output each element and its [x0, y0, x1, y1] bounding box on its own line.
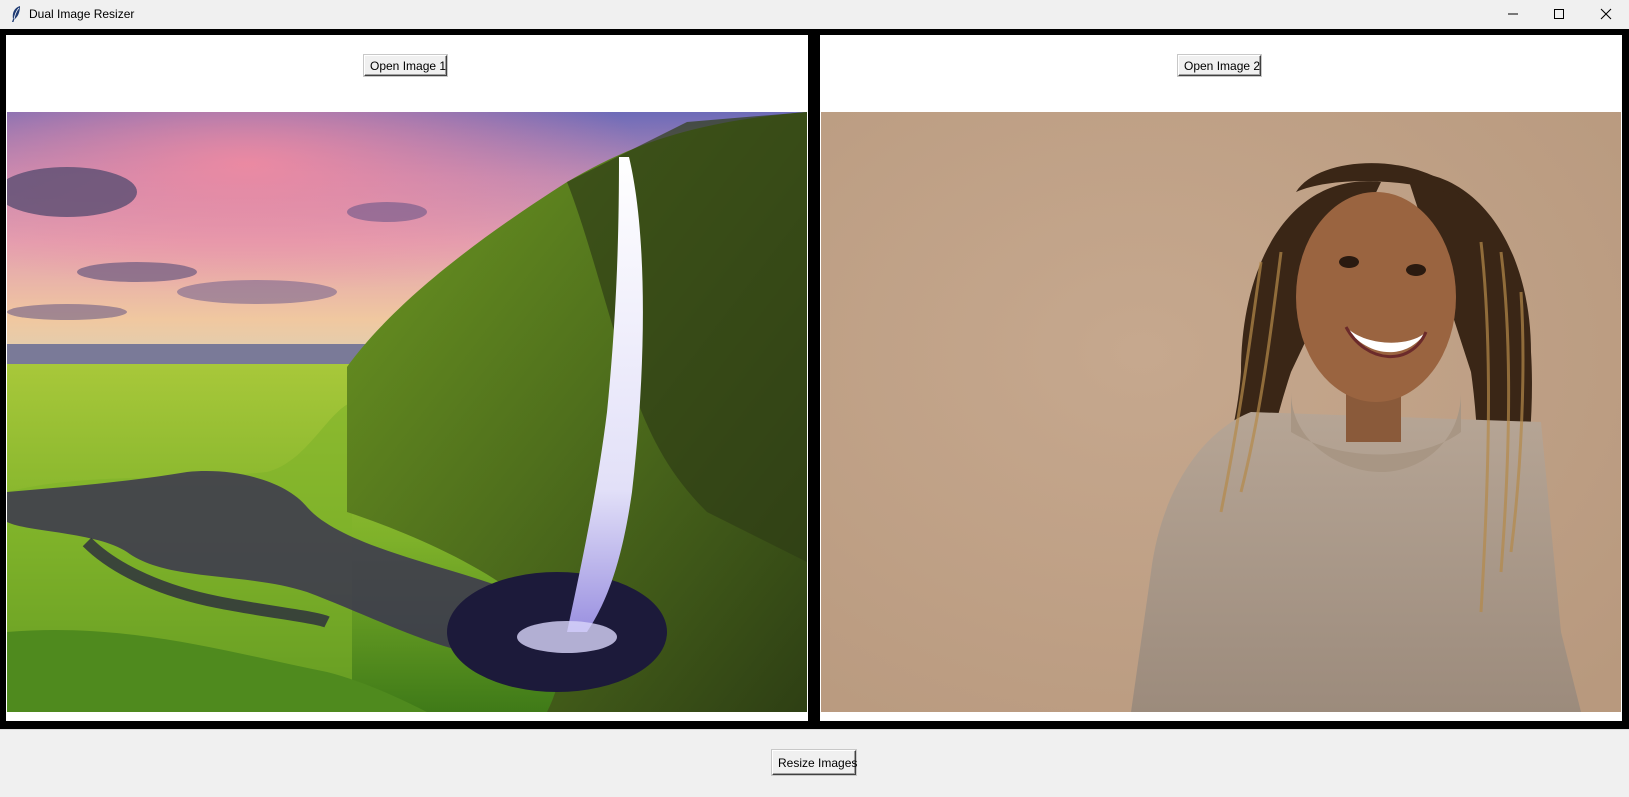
waterfall-landscape-image [7, 112, 807, 712]
minimize-button[interactable] [1490, 0, 1536, 28]
window-title: Dual Image Resizer [29, 7, 135, 21]
title-bar[interactable]: Dual Image Resizer [0, 0, 1629, 28]
open-image-1-button[interactable]: Open Image 1 [364, 55, 447, 76]
main-frame: Open Image 1 Open Image 2 [0, 29, 1629, 729]
girl-portrait-image [821, 112, 1621, 712]
maximize-icon [1554, 9, 1564, 19]
app-window: Dual Image Resizer Open Image 1 Open Ima… [0, 0, 1629, 797]
minimize-icon [1508, 13, 1518, 15]
image-panel-2: Open Image 2 [820, 35, 1622, 721]
maximize-button[interactable] [1536, 0, 1582, 28]
image-panel-1: Open Image 1 [6, 35, 808, 721]
image-1-canvas [7, 112, 807, 712]
open-image-2-button[interactable]: Open Image 2 [1178, 55, 1261, 76]
bottom-bar: Resize Images [0, 729, 1629, 797]
close-button[interactable] [1583, 0, 1629, 28]
close-icon [1600, 8, 1612, 20]
image-2-canvas [821, 112, 1621, 712]
feather-icon [8, 5, 24, 23]
resize-images-button[interactable]: Resize Images [772, 750, 857, 775]
